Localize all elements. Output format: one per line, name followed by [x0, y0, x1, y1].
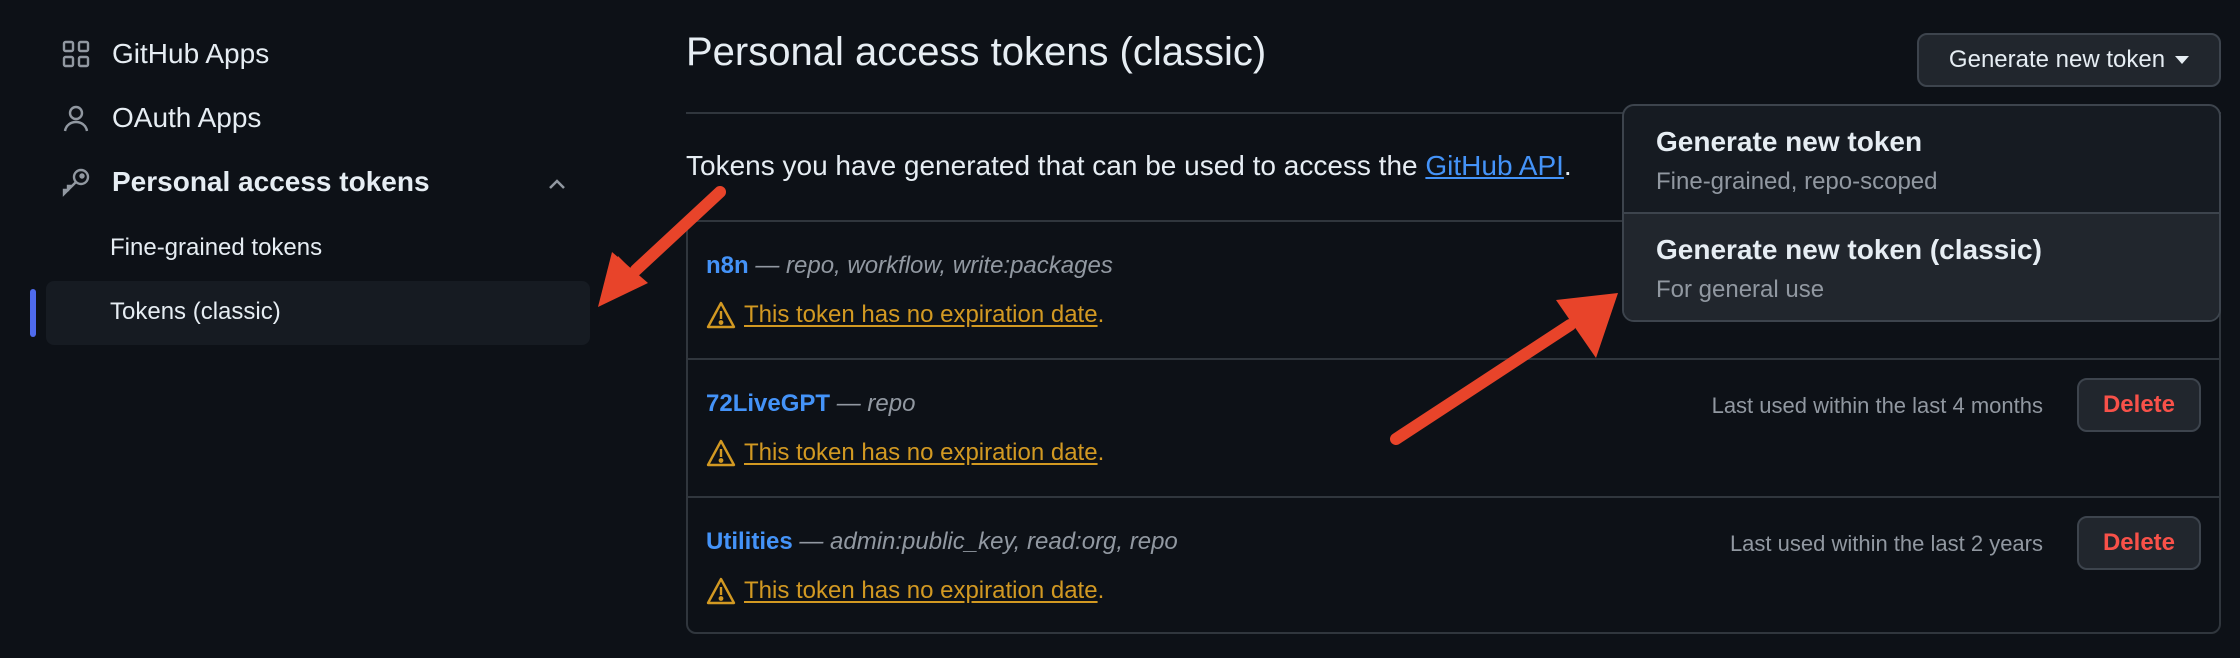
- annotation-arrow-right: [1390, 293, 1618, 445]
- annotation-arrows: [598, 186, 1618, 445]
- annotation-arrow-left: [598, 186, 726, 307]
